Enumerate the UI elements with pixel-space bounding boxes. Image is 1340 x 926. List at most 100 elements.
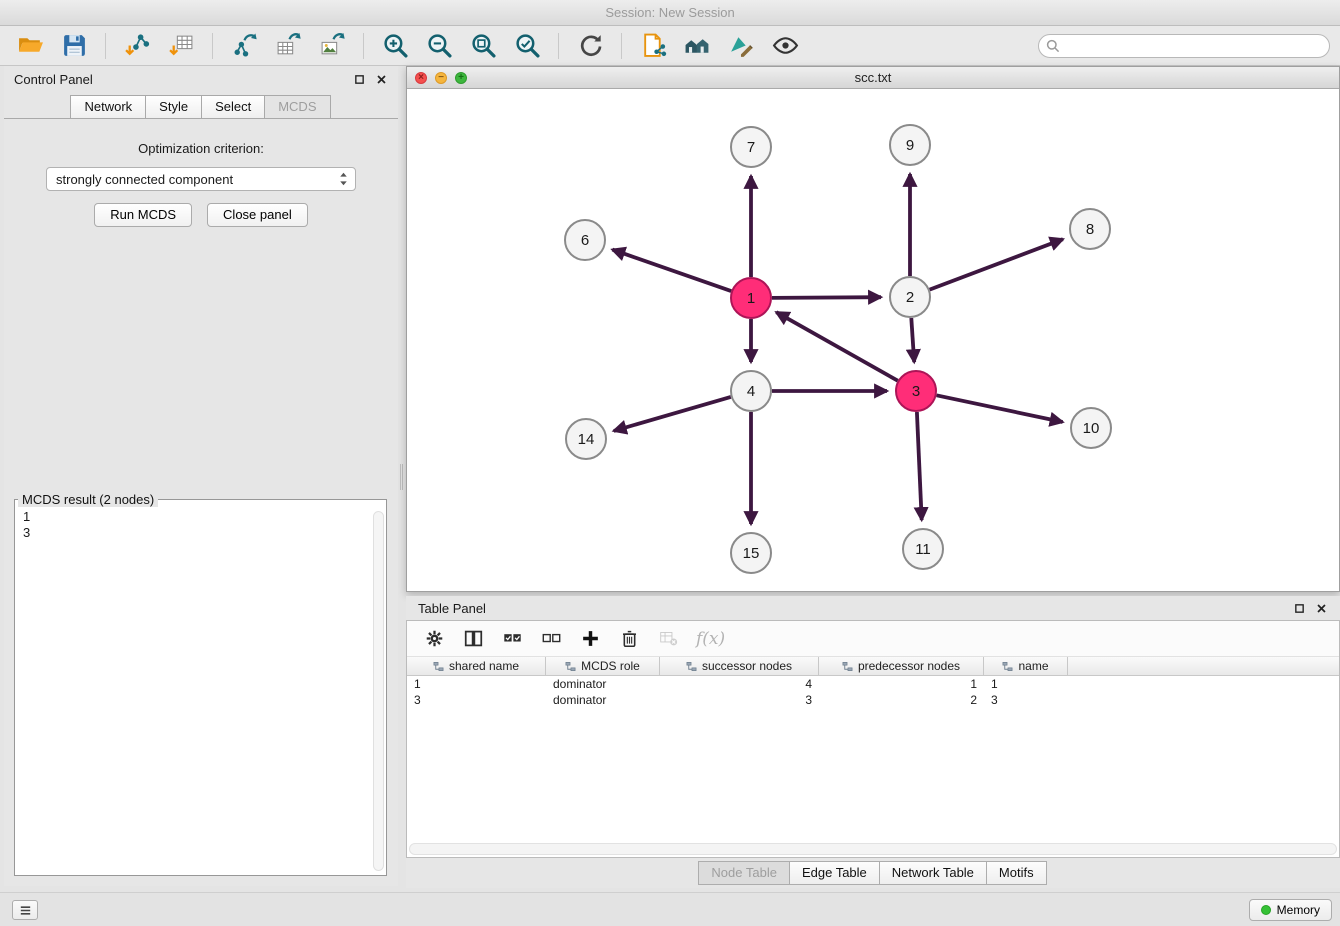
table-cell: 3: [407, 693, 546, 707]
tab-mcds[interactable]: MCDS: [264, 95, 330, 118]
open-session-button[interactable]: [10, 30, 50, 62]
search-input[interactable]: [1038, 34, 1330, 58]
table-cell: 1: [819, 677, 984, 691]
float-panel-button[interactable]: [353, 73, 366, 86]
graph-node-7[interactable]: 7: [731, 127, 771, 167]
export-table-button[interactable]: [268, 30, 308, 62]
svg-text:10: 10: [1083, 420, 1100, 437]
edge-3-to-1[interactable]: [776, 312, 897, 381]
function-builder-button[interactable]: f(x): [696, 628, 725, 650]
import-network-button[interactable]: [117, 30, 157, 62]
divider-handle[interactable]: [400, 464, 403, 490]
graph-node-15[interactable]: 15: [731, 533, 771, 573]
graph-node-8[interactable]: 8: [1070, 209, 1110, 249]
zoom-out-button[interactable]: [419, 30, 459, 62]
table-cell: 3: [660, 693, 819, 707]
column-header-predecessor-nodes[interactable]: predecessor nodes: [819, 657, 984, 675]
table-close-button[interactable]: [1315, 602, 1328, 615]
network-canvas[interactable]: 7 9 6 8 1 2 4 3 14 10 15 11: [407, 89, 1339, 591]
svg-text:7: 7: [747, 139, 755, 156]
network-maximize-button[interactable]: +: [455, 72, 467, 84]
import-table-button[interactable]: [161, 30, 201, 62]
trash-icon: [620, 629, 639, 648]
optimization-criterion-select[interactable]: strongly connected component: [46, 167, 356, 191]
graph-node-3[interactable]: 3: [896, 371, 936, 411]
export-image-button[interactable]: [312, 30, 352, 62]
style-brush-button[interactable]: [721, 30, 761, 62]
graph-node-10[interactable]: 10: [1071, 408, 1111, 448]
network-from-file-button[interactable]: [633, 30, 673, 62]
zoom-in-button[interactable]: [375, 30, 415, 62]
table-toolbar: f(x): [407, 621, 1339, 657]
close-panel-button[interactable]: [375, 73, 388, 86]
refresh-layout-button[interactable]: [570, 30, 610, 62]
run-mcds-button[interactable]: Run MCDS: [94, 203, 192, 227]
column-header-mcds-role[interactable]: MCDS role: [546, 657, 660, 675]
edge-2-to-3[interactable]: [911, 318, 914, 362]
column-header-shared-name[interactable]: shared name: [407, 657, 546, 675]
edge-3-to-11[interactable]: [917, 412, 922, 520]
table-float-button[interactable]: [1293, 602, 1306, 615]
node-table-header: shared name MCDS role successor nodes prede…: [407, 657, 1339, 676]
graph-node-11[interactable]: 11: [903, 529, 943, 569]
export-network-button[interactable]: [224, 30, 264, 62]
select-all-icon: [503, 629, 522, 648]
houses-icon: [684, 32, 711, 59]
table-cell: dominator: [546, 693, 660, 707]
memory-status-dot: [1261, 905, 1271, 915]
toolbar-separator: [105, 33, 106, 59]
table-row[interactable]: 3dominator323: [407, 692, 1339, 708]
search-icon: [1046, 39, 1060, 53]
tab-node-table[interactable]: Node Table: [698, 861, 790, 885]
mcds-result-title: MCDS result (2 nodes): [18, 492, 158, 507]
column-header-label: shared name: [449, 659, 519, 673]
graph-node-6[interactable]: 6: [565, 220, 605, 260]
tab-network-table[interactable]: Network Table: [879, 861, 987, 885]
result-scrollbar[interactable]: [373, 511, 384, 871]
delete-column-button[interactable]: [618, 628, 640, 650]
tab-network[interactable]: Network: [70, 95, 146, 118]
column-header-label: successor nodes: [702, 659, 792, 673]
edge-1-to-2[interactable]: [772, 297, 881, 298]
column-header-name[interactable]: name: [984, 657, 1068, 675]
tab-motifs[interactable]: Motifs: [986, 861, 1047, 885]
table-cell: 3: [984, 693, 1068, 707]
graph-node-14[interactable]: 14: [566, 419, 606, 459]
table-hscrollbar[interactable]: [409, 843, 1337, 855]
graph-node-2[interactable]: 2: [890, 277, 930, 317]
edge-3-to-10[interactable]: [937, 395, 1063, 422]
tab-style[interactable]: Style: [145, 95, 202, 118]
delete-table-button[interactable]: [657, 628, 679, 650]
graph-node-1[interactable]: 1: [731, 278, 771, 318]
edge-4-to-14[interactable]: [614, 397, 731, 431]
dropdown-stepper-icon: [338, 170, 349, 188]
network-close-button[interactable]: ×: [415, 72, 427, 84]
zoom-selected-button[interactable]: [507, 30, 547, 62]
save-session-button[interactable]: [54, 30, 94, 62]
table-row[interactable]: 1dominator411: [407, 676, 1339, 692]
export-network-icon: [231, 32, 258, 59]
export-table-icon: [275, 32, 302, 59]
task-history-button[interactable]: [12, 900, 38, 920]
table-cell: 1: [984, 677, 1068, 691]
zoom-fit-button[interactable]: [463, 30, 503, 62]
unselect-all-button[interactable]: [540, 628, 562, 650]
add-column-button[interactable]: [579, 628, 601, 650]
column-header-successor-nodes[interactable]: successor nodes: [660, 657, 819, 675]
graph-node-9[interactable]: 9: [890, 125, 930, 165]
zoom-selected-icon: [514, 32, 541, 59]
toolbar-separator: [363, 33, 364, 59]
show-graphics-details-button[interactable]: [765, 30, 805, 62]
table-settings-button[interactable]: [423, 628, 445, 650]
close-panel-action-button[interactable]: Close panel: [207, 203, 308, 227]
show-columns-button[interactable]: [462, 628, 484, 650]
graph-node-4[interactable]: 4: [731, 371, 771, 411]
memory-button[interactable]: Memory: [1249, 899, 1332, 921]
tab-select[interactable]: Select: [201, 95, 265, 118]
network-minimize-button[interactable]: −: [435, 72, 447, 84]
edge-1-to-6[interactable]: [612, 250, 731, 292]
tab-edge-table[interactable]: Edge Table: [789, 861, 880, 885]
home-button[interactable]: [677, 30, 717, 62]
select-all-button[interactable]: [501, 628, 523, 650]
edge-2-to-8[interactable]: [930, 239, 1063, 289]
